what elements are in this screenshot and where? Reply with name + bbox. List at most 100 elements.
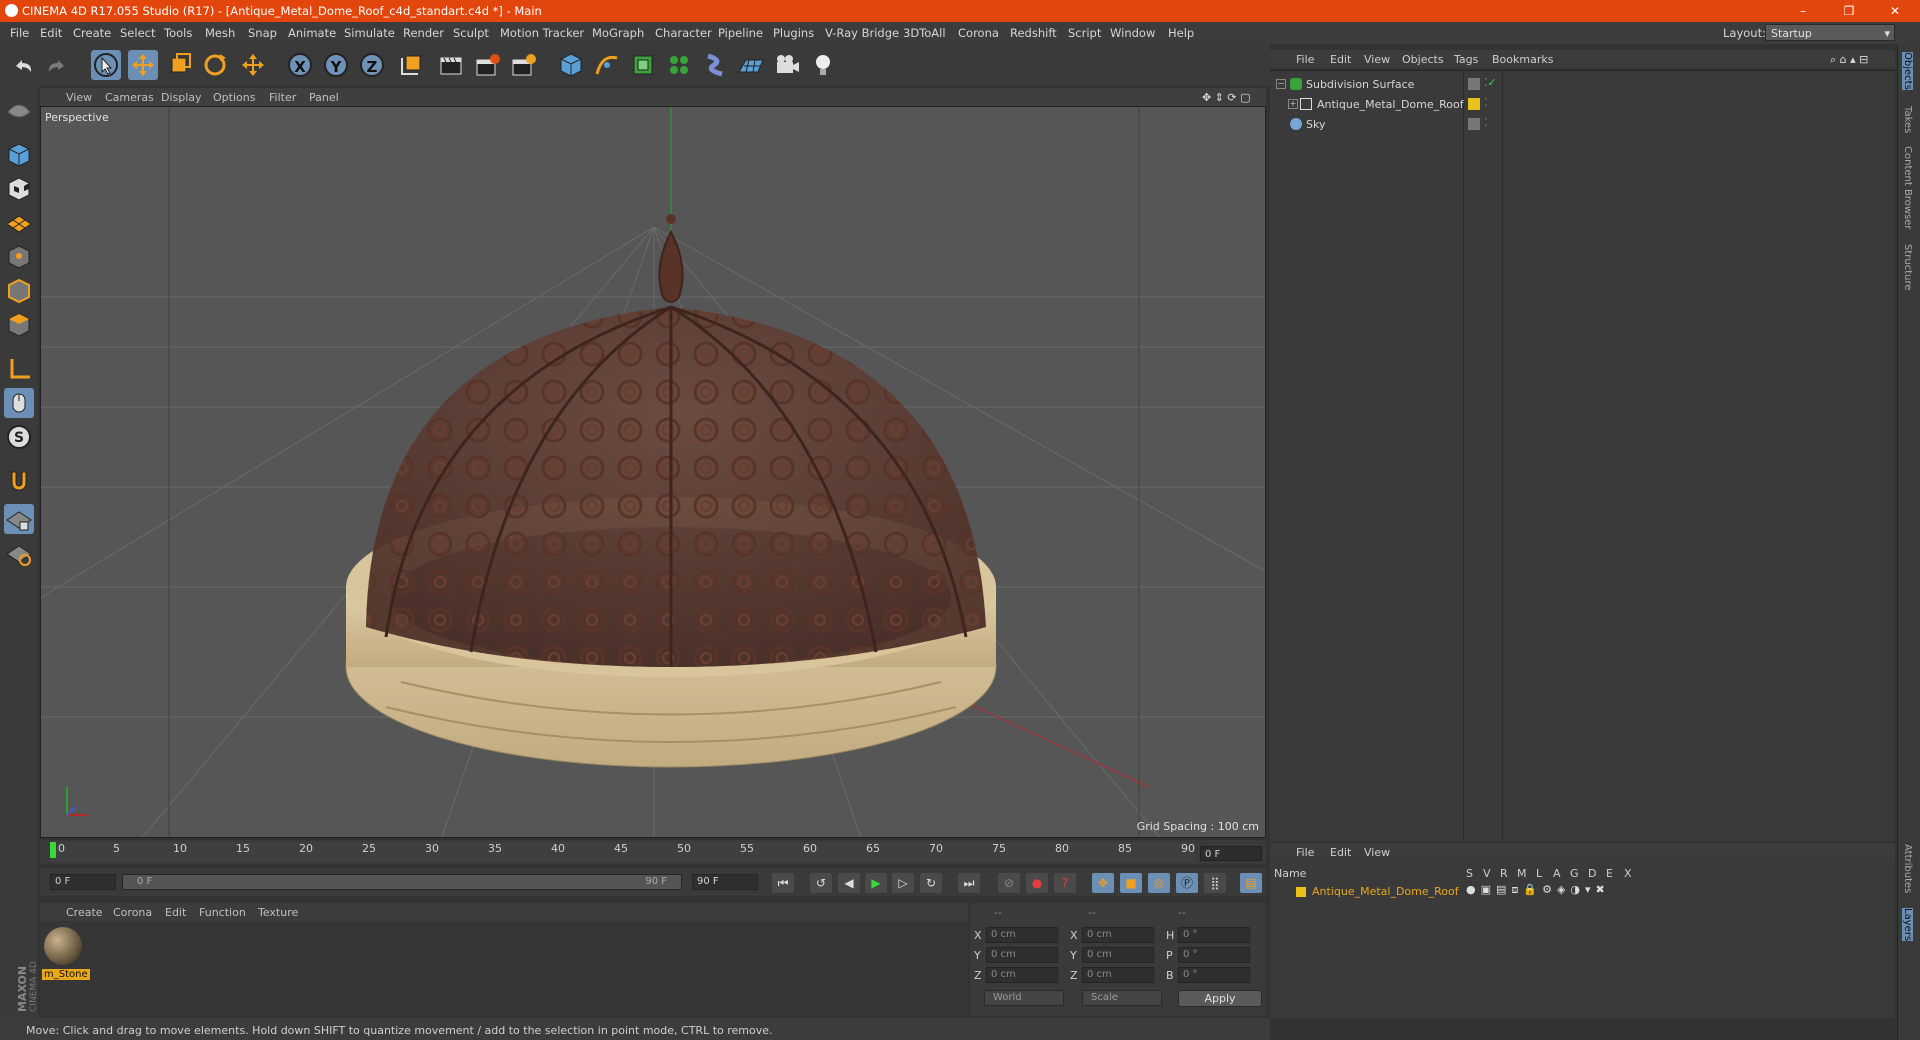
menu-vray-bridge[interactable]: V-Ray Bridge xyxy=(825,26,899,40)
mograph-cloner-button[interactable] xyxy=(664,50,694,80)
object-menu-edit[interactable]: Edit xyxy=(1330,53,1351,66)
autokey-disabled-icon[interactable]: ⊘ xyxy=(998,873,1020,893)
spline-pen-button[interactable] xyxy=(592,50,622,80)
object-row[interactable]: − Subdivision Surface ⁚✓ xyxy=(1270,75,1895,95)
layer-check-icon[interactable] xyxy=(1468,118,1480,130)
layer-menu-file[interactable]: File xyxy=(1296,846,1314,859)
cube-object-button[interactable] xyxy=(556,50,586,80)
viewport-menu-cameras[interactable]: Cameras xyxy=(105,91,154,104)
viewport-menu-panel[interactable]: Panel xyxy=(309,91,339,104)
floor-object-button[interactable] xyxy=(736,50,766,80)
menu-animate[interactable]: Animate xyxy=(288,26,336,40)
tab-objects[interactable]: Objects xyxy=(1902,52,1913,90)
previous-key-icon[interactable]: ↺ xyxy=(810,873,832,893)
step-forward-icon[interactable]: ▷ xyxy=(892,873,914,893)
apply-button[interactable]: Apply xyxy=(1178,990,1262,1007)
coordinate-space-dropdown[interactable]: World xyxy=(984,990,1064,1006)
render-to-picture-viewer-button[interactable] xyxy=(472,50,502,80)
live-selection-button[interactable] xyxy=(91,50,121,80)
material-menu-edit[interactable]: Edit xyxy=(165,906,186,919)
material-menu-corona[interactable]: Corona xyxy=(113,906,152,919)
model-mode-button[interactable] xyxy=(4,140,34,170)
viewport-menu-filter[interactable]: Filter xyxy=(269,91,296,104)
object-menu-file[interactable]: File xyxy=(1296,53,1314,66)
points-mode-button[interactable] xyxy=(4,242,34,272)
key-position-icon[interactable]: ✥ xyxy=(1092,873,1114,893)
menu-pipeline[interactable]: Pipeline xyxy=(718,26,763,40)
redo-button[interactable] xyxy=(42,50,72,80)
viewport-menu-options[interactable]: Options xyxy=(213,91,255,104)
menu-file[interactable]: File xyxy=(10,26,29,40)
tweak-mode-button[interactable] xyxy=(4,388,34,418)
size-mode-dropdown[interactable]: Scale xyxy=(1082,990,1162,1006)
menu-select[interactable]: Select xyxy=(120,26,155,40)
end-frame-field[interactable]: 90 F xyxy=(692,874,758,890)
tab-takes[interactable]: Takes xyxy=(1902,106,1913,133)
enabled-check-icon[interactable]: ⁚✓ xyxy=(1484,76,1497,89)
size-y-field[interactable]: 0 cm xyxy=(1082,947,1154,963)
menu-create[interactable]: Create xyxy=(73,26,111,40)
go-to-end-icon[interactable]: ⏭ xyxy=(958,873,980,893)
menu-3dtoall[interactable]: 3DToAll xyxy=(903,26,946,40)
position-x-field[interactable]: 0 cm xyxy=(986,927,1058,943)
collapse-icon[interactable]: − xyxy=(1276,79,1286,89)
object-row[interactable]: Sky ⁚ xyxy=(1270,115,1895,135)
last-tool-button[interactable] xyxy=(238,50,268,80)
key-scale-icon[interactable]: ■ xyxy=(1120,873,1142,893)
tab-layers[interactable]: Layers xyxy=(1902,908,1913,942)
workplane-rotate-button[interactable] xyxy=(4,538,34,568)
snap-button[interactable]: S xyxy=(4,422,34,452)
layer-check-icon[interactable] xyxy=(1468,78,1480,90)
menu-character[interactable]: Character xyxy=(655,26,712,40)
position-z-field[interactable]: 0 cm xyxy=(986,967,1058,983)
rotate-tool-button[interactable] xyxy=(200,50,230,80)
x-axis-lock-button[interactable]: X xyxy=(288,53,312,77)
menu-edit[interactable]: Edit xyxy=(40,26,62,40)
size-z-field[interactable]: 0 cm xyxy=(1082,967,1154,983)
camera-object-button[interactable] xyxy=(772,50,802,80)
workplane-mode-button[interactable] xyxy=(4,206,34,236)
menu-simulate[interactable]: Simulate xyxy=(344,26,395,40)
key-rotation-icon[interactable]: ◎ xyxy=(1148,873,1170,893)
z-axis-lock-button[interactable]: Z xyxy=(360,53,384,77)
menu-corona[interactable]: Corona xyxy=(958,26,999,40)
menu-window[interactable]: Window xyxy=(1110,26,1155,40)
layer-row[interactable]: Antique_Metal_Dome_Roof ●▣▤⧈🔒⚙◈◑▾✖ xyxy=(1270,883,1895,901)
tab-content-browser[interactable]: Content Browser xyxy=(1902,146,1913,229)
undo-button[interactable] xyxy=(8,50,38,80)
move-tool-button[interactable] xyxy=(128,50,158,80)
layer-toggle-icons[interactable]: ●▣▤⧈🔒⚙◈◑▾✖ xyxy=(1466,883,1610,897)
viewport-menu-view[interactable]: View xyxy=(66,91,92,104)
next-key-icon[interactable]: ↻ xyxy=(920,873,942,893)
deformer-button[interactable] xyxy=(700,50,730,80)
viewport-navigation-icons[interactable]: ✥ ⇕ ⟳ ▢ xyxy=(1202,91,1251,104)
material-swatch[interactable]: m_Stone xyxy=(42,925,90,985)
menu-redshift[interactable]: Redshift xyxy=(1010,26,1057,40)
edges-mode-button[interactable] xyxy=(4,276,34,306)
viewport-menu-display[interactable]: Display xyxy=(161,91,202,104)
object-row[interactable]: + Antique_Metal_Dome_Roof ⁚ xyxy=(1270,95,1895,115)
axis-mode-button[interactable] xyxy=(4,354,34,384)
menu-snap[interactable]: Snap xyxy=(248,26,277,40)
object-manager-search-icon[interactable]: ⌕ ⌂ ▴ ⊟ xyxy=(1830,53,1868,67)
object-menu-tags[interactable]: Tags xyxy=(1454,53,1478,66)
menu-motion-tracker[interactable]: Motion Tracker xyxy=(500,26,584,40)
current-frame-field[interactable]: 0 F xyxy=(1200,846,1262,861)
texture-mode-button[interactable] xyxy=(4,174,34,204)
material-menu-texture[interactable]: Texture xyxy=(258,906,298,919)
play-forward-icon[interactable]: ▶ xyxy=(865,873,887,893)
edit-render-settings-button[interactable] xyxy=(508,50,538,80)
perspective-viewport[interactable]: Perspective Grid Spacing : 100 cm xyxy=(40,106,1266,838)
record-keyframe-icon[interactable]: ● xyxy=(1026,873,1048,893)
timeline-ruler[interactable]: 0 5 10 15 20 25 30 35 40 45 50 55 60 65 … xyxy=(40,840,1266,864)
menu-tools[interactable]: Tools xyxy=(164,26,192,40)
layout-select[interactable]: Startup ▾ xyxy=(1765,24,1895,41)
tab-structure[interactable]: Structure xyxy=(1902,244,1913,291)
playhead-marker[interactable] xyxy=(50,842,56,858)
frame-range-slider[interactable]: 0 F 90 F xyxy=(122,874,682,890)
menu-mograph[interactable]: MoGraph xyxy=(592,26,644,40)
expand-icon[interactable]: + xyxy=(1288,99,1298,109)
polygons-mode-button[interactable] xyxy=(4,310,34,340)
key-parameter-icon[interactable]: Ⓟ xyxy=(1176,873,1198,893)
object-menu-view[interactable]: View xyxy=(1364,53,1390,66)
